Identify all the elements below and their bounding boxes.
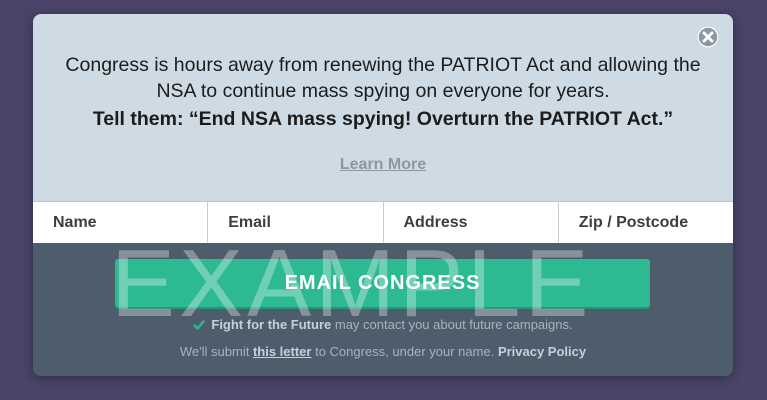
zip-field[interactable]: Zip / Postcode xyxy=(559,202,733,244)
signup-fields: Name Email Address Zip / Postcode xyxy=(33,201,733,244)
campaign-message: Congress is hours away from renewing the… xyxy=(65,54,701,102)
address-field[interactable]: Address xyxy=(384,202,559,244)
checkmark-icon xyxy=(193,320,206,330)
name-field[interactable]: Name xyxy=(33,202,209,244)
call-to-action: Tell them: “End NSA mass spying! Overtur… xyxy=(92,108,674,130)
legal-middle: to Congress, under your name. xyxy=(315,344,495,359)
consent-checkbox[interactable] xyxy=(193,319,206,331)
learn-more-link[interactable]: Learn More xyxy=(33,156,733,174)
message-panel: Congress is hours away from renewing the… xyxy=(33,14,733,201)
letter-link[interactable]: this letter xyxy=(253,344,312,359)
email-congress-button[interactable]: EMAIL CONGRESS xyxy=(115,259,650,307)
org-name: Fight for the Future xyxy=(211,317,332,332)
legal-line: We'll submit this letter to Congress, un… xyxy=(33,344,733,359)
privacy-policy-link[interactable]: Privacy Policy xyxy=(498,344,586,359)
email-field[interactable]: Email xyxy=(208,202,384,244)
consent-text: may contact you about future campaigns. xyxy=(334,317,573,332)
legal-prefix: We'll submit xyxy=(179,344,250,359)
close-icon xyxy=(697,26,719,48)
close-button[interactable] xyxy=(697,26,719,48)
campaign-modal: Congress is hours away from renewing the… xyxy=(33,14,733,376)
consent-line: Fight for the Future may contact you abo… xyxy=(33,317,733,332)
